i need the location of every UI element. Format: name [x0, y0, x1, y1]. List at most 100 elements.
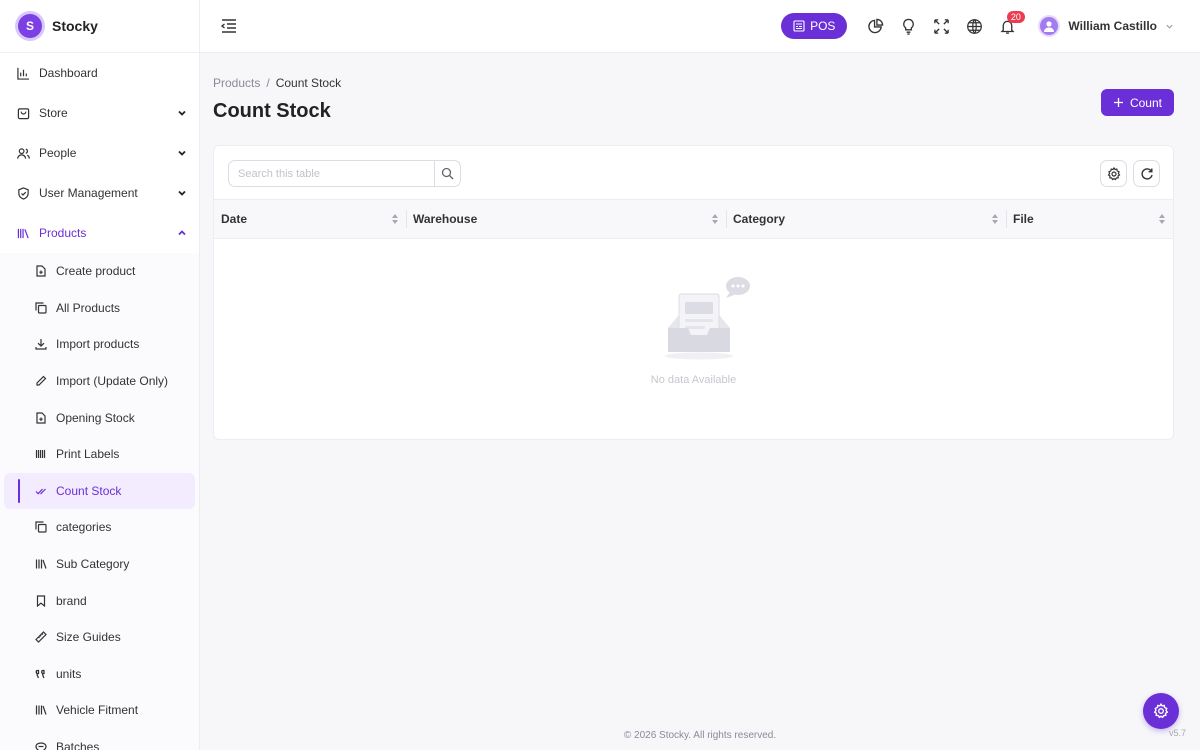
submenu-label: Count Stock: [56, 483, 122, 498]
topbar: POS 20 William Castillo: [200, 0, 1200, 53]
sidebar-nav: Dashboard Store People User Management P…: [0, 53, 199, 253]
submenu-label: categories: [56, 520, 112, 535]
column-header-date[interactable]: Date: [214, 200, 406, 238]
brand-logo: S: [18, 14, 42, 38]
column-header-label: Category: [733, 212, 786, 226]
user-name: William Castillo: [1068, 19, 1157, 33]
empty-inbox-icon: [665, 277, 750, 360]
submenu-label: Vehicle Fitment: [56, 703, 139, 718]
brand[interactable]: S Stocky: [0, 0, 199, 53]
file-plus-icon: [34, 265, 47, 278]
units-icon: [34, 667, 47, 680]
main-content: Products / Count Stock Count Stock Count D…: [200, 53, 1200, 750]
column-header-warehouse[interactable]: Warehouse: [406, 200, 726, 238]
table-refresh-button[interactable]: [1133, 160, 1160, 187]
sidebar-item-dashboard[interactable]: Dashboard: [0, 53, 199, 93]
submenu-label: units: [56, 666, 82, 681]
breadcrumb-parent[interactable]: Products: [213, 76, 260, 90]
search-input[interactable]: [229, 161, 434, 186]
app-version: v5.7: [1168, 728, 1186, 738]
sidebar-item-sub-category[interactable]: Sub Category: [4, 546, 195, 583]
user-menu[interactable]: William Castillo: [1038, 15, 1174, 37]
pie-chart-icon[interactable]: [867, 17, 885, 35]
people-icon: [16, 146, 30, 160]
breadcrumb: Products / Count Stock: [213, 76, 341, 90]
submenu-label: Create product: [56, 264, 136, 279]
sidebar-item-create-product[interactable]: Create product: [4, 253, 195, 290]
products-icon: [16, 226, 30, 240]
count-stock-table-card: Date Warehouse Category File: [213, 145, 1174, 440]
chevron-down-icon: [177, 148, 187, 158]
topbar-actions: POS 20 William Castillo: [781, 11, 1200, 39]
submenu-label: Import (Update Only): [56, 374, 169, 389]
pencil-icon: [34, 375, 47, 388]
submenu-label: brand: [56, 593, 87, 608]
customizer-button[interactable]: [1143, 693, 1179, 729]
sidebar-item-store[interactable]: Store: [0, 93, 199, 133]
books-icon: [34, 704, 47, 717]
notification-badge: 20: [1006, 11, 1025, 23]
lightbulb-icon[interactable]: [900, 17, 918, 35]
bar-chart-icon: [16, 66, 30, 80]
copy-icon: [34, 521, 47, 534]
products-submenu: Create product All Products Import produ…: [0, 253, 199, 750]
sidebar-item-label: Store: [39, 106, 68, 120]
search-icon[interactable]: [434, 161, 460, 186]
page-title: Count Stock: [213, 100, 331, 122]
empty-state-text: No data Available: [650, 374, 737, 386]
ruler-icon: [34, 631, 47, 644]
breadcrumb-current: Count Stock: [275, 76, 342, 90]
submenu-label: Size Guides: [56, 630, 121, 645]
column-header-label: Date: [221, 212, 248, 226]
sidebar-item-categories[interactable]: categories: [4, 509, 195, 546]
breadcrumb-separator: /: [266, 76, 270, 90]
bookmark-icon: [34, 594, 47, 607]
sort-icon: [392, 214, 398, 224]
count-button[interactable]: Count: [1100, 89, 1174, 116]
table-header: Date Warehouse Category File: [214, 199, 1173, 239]
sidebar-item-brand[interactable]: brand: [4, 582, 195, 619]
sidebar-item-label: People: [39, 146, 77, 160]
submenu-label: All Products: [56, 300, 121, 315]
brand-name: Stocky: [52, 18, 98, 34]
check-double-icon: [34, 484, 47, 497]
sidebar-item-user-management[interactable]: User Management: [0, 173, 199, 213]
sidebar-item-import-update-only[interactable]: Import (Update Only): [4, 363, 195, 400]
sort-icon: [1159, 214, 1165, 224]
sort-icon: [992, 214, 998, 224]
refresh-icon: [1140, 167, 1154, 181]
sidebar-item-opening-stock[interactable]: Opening Stock: [4, 399, 195, 436]
books-icon: [34, 558, 47, 571]
sidebar-item-import-products[interactable]: Import products: [4, 326, 195, 363]
column-header-file[interactable]: File: [1006, 200, 1173, 238]
column-header-category[interactable]: Category: [726, 200, 1006, 238]
shield-icon: [16, 186, 30, 200]
sidebar-item-vehicle-fitment[interactable]: Vehicle Fitment: [4, 692, 195, 729]
sidebar-item-all-products[interactable]: All Products: [4, 290, 195, 327]
submenu-label: Import products: [56, 337, 140, 352]
menu-toggle-icon[interactable]: [220, 17, 238, 35]
sidebar-item-print-labels[interactable]: Print Labels: [4, 436, 195, 473]
sidebar-item-size-guides[interactable]: Size Guides: [4, 619, 195, 656]
fullscreen-icon[interactable]: [933, 17, 951, 35]
sidebar-item-label: Products: [39, 226, 87, 240]
sidebar-item-people[interactable]: People: [0, 133, 199, 173]
chevron-down-icon: [177, 108, 187, 118]
sort-icon: [712, 214, 718, 224]
table-settings-button[interactable]: [1100, 160, 1127, 187]
column-header-label: File: [1013, 212, 1034, 226]
sidebar-item-label: Dashboard: [39, 66, 98, 80]
sidebar-item-count-stock[interactable]: Count Stock: [4, 472, 195, 510]
bell-icon[interactable]: 20: [999, 11, 1025, 35]
sidebar-item-units[interactable]: units: [4, 656, 195, 693]
chevron-down-icon: [1165, 22, 1174, 31]
avatar: [1038, 15, 1061, 37]
download-icon: [34, 338, 47, 351]
gear-icon: [1153, 703, 1169, 719]
pos-button[interactable]: POS: [781, 13, 848, 39]
copy-icon: [34, 301, 47, 314]
count-button-label: Count: [1129, 95, 1162, 110]
sidebar-item-products[interactable]: Products: [0, 213, 199, 253]
sidebar-item-batches[interactable]: Batches: [4, 729, 195, 750]
globe-icon[interactable]: [966, 17, 984, 35]
